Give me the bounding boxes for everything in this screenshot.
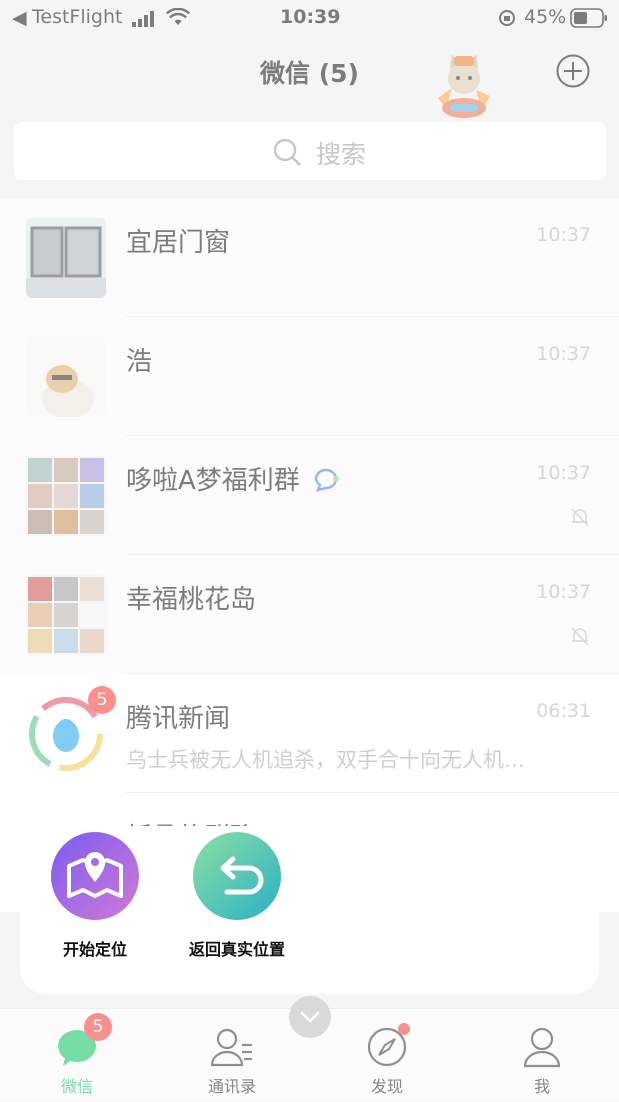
collapse-button[interactable]	[289, 996, 331, 1038]
map-pin-icon	[51, 832, 139, 920]
return-real-location-label: 返回真实位置	[188, 940, 285, 959]
return-arrow-icon	[193, 832, 281, 920]
start-location-button[interactable]: 开始定位	[30, 832, 160, 960]
start-location-label: 开始定位	[62, 940, 127, 959]
location-action-panel: 开始定位 返回真实位置	[20, 826, 599, 994]
chevron-down-icon	[300, 1011, 320, 1023]
wechat-screen: ◀ TestFlight 10:39 45% 微信 (5) 搜索 宜居门窗 10…	[0, 0, 619, 1102]
return-real-location-button[interactable]: 返回真实位置	[172, 832, 302, 960]
